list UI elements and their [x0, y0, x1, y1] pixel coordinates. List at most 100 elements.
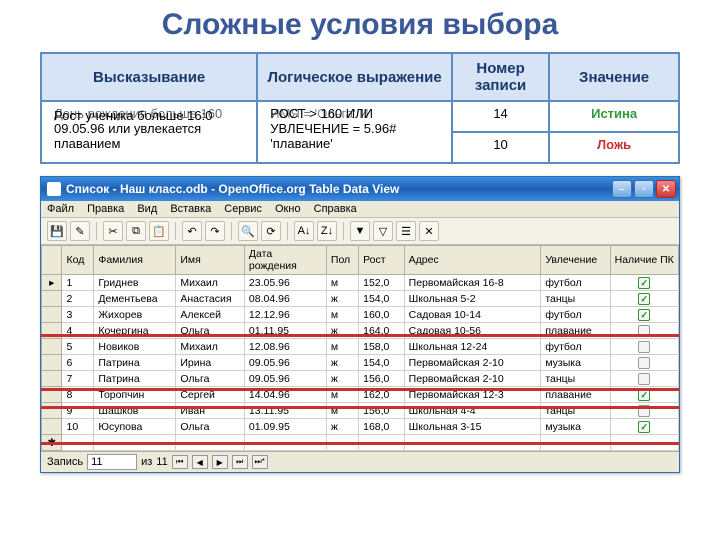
cell[interactable]: 156,0 [359, 403, 405, 419]
cell[interactable]: ж [326, 291, 358, 307]
menu-file[interactable]: Файл [47, 203, 74, 215]
cell[interactable]: 08.04.96 [244, 291, 326, 307]
table-row[interactable]: 7ПатринаОльга09.05.96ж156,0Первомайская … [42, 371, 679, 387]
cell[interactable]: 23.05.96 [244, 275, 326, 291]
table-row[interactable]: 10ЮсуповаОльга01.09.95ж168,0Школьная 3-1… [42, 419, 679, 435]
menu-insert[interactable]: Вставка [170, 203, 211, 215]
col-header[interactable]: Пол [326, 246, 358, 275]
col-header[interactable]: Адрес [404, 246, 541, 275]
col-header[interactable]: Код [62, 246, 94, 275]
pc-checkbox[interactable]: ✓ [610, 339, 678, 355]
menu-edit[interactable]: Правка [87, 203, 124, 215]
row-marker[interactable] [42, 403, 62, 419]
cell[interactable]: 10 [62, 419, 94, 435]
col-header[interactable]: Имя [176, 246, 245, 275]
cell[interactable]: футбол [541, 275, 610, 291]
cell[interactable]: Ольга [176, 371, 245, 387]
menu-help[interactable]: Справка [314, 203, 357, 215]
table-row[interactable]: 3ЖихоревАлексей12.12.96м160,0Садовая 10-… [42, 307, 679, 323]
cell[interactable]: Первомайская 16-8 [404, 275, 541, 291]
cell[interactable]: Ольга [176, 419, 245, 435]
row-marker[interactable] [42, 419, 62, 435]
cell[interactable]: Михаил [176, 275, 245, 291]
cell[interactable]: футбол [541, 307, 610, 323]
nav-new-icon[interactable]: ⏭* [252, 455, 268, 469]
cell[interactable]: 13.11.95 [244, 403, 326, 419]
pc-checkbox[interactable]: ✓ [610, 403, 678, 419]
cell[interactable]: Жихорев [94, 307, 176, 323]
cell[interactable]: 7 [62, 371, 94, 387]
edit-icon[interactable]: ✎ [70, 221, 90, 241]
cell[interactable]: Анастасия [176, 291, 245, 307]
maximize-button[interactable]: ▫ [634, 180, 654, 198]
filter-form-icon[interactable]: ☰ [396, 221, 416, 241]
cell[interactable]: 6 [62, 355, 94, 371]
undo-icon[interactable]: ↶ [182, 221, 202, 241]
row-marker[interactable] [42, 371, 62, 387]
cell[interactable]: Школьная 5-2 [404, 291, 541, 307]
cell[interactable]: ж [326, 355, 358, 371]
pc-checkbox[interactable]: ✓ [610, 371, 678, 387]
cell[interactable]: 3 [62, 307, 94, 323]
nav-first-icon[interactable]: ⏮ [172, 455, 188, 469]
cell[interactable]: 2 [62, 291, 94, 307]
col-header[interactable]: Фамилия [94, 246, 176, 275]
cell[interactable]: 152,0 [359, 275, 405, 291]
pc-checkbox[interactable]: ✓ [610, 355, 678, 371]
cell[interactable]: 01.09.95 [244, 419, 326, 435]
table-row[interactable]: ▸1ГридневМихаил23.05.96м152,0Первомайска… [42, 275, 679, 291]
cell[interactable]: Дементьева [94, 291, 176, 307]
cell[interactable]: Садовая 10-14 [404, 307, 541, 323]
paste-icon[interactable]: 📋 [149, 221, 169, 241]
cell[interactable]: 12.12.96 [244, 307, 326, 323]
cell[interactable]: 09.05.96 [244, 371, 326, 387]
cell[interactable]: Юсупова [94, 419, 176, 435]
row-marker[interactable]: ▸ [42, 275, 62, 291]
cell[interactable]: м [326, 403, 358, 419]
cell[interactable]: танцы [541, 403, 610, 419]
cell[interactable]: футбол [541, 339, 610, 355]
cell[interactable]: 160,0 [359, 307, 405, 323]
cell[interactable]: Алексей [176, 307, 245, 323]
cell[interactable]: 154,0 [359, 291, 405, 307]
cell[interactable]: Школьная 4-4 [404, 403, 541, 419]
menu-tools[interactable]: Сервис [224, 203, 262, 215]
cell[interactable]: Первомайская 2-10 [404, 371, 541, 387]
cell[interactable]: Гриднев [94, 275, 176, 291]
row-marker[interactable] [42, 307, 62, 323]
table-row[interactable]: 5НовиковМихаил12.08.96м158,0Школьная 12-… [42, 339, 679, 355]
table-row[interactable]: 9ШашковИван13.11.95м156,0Школьная 4-4тан… [42, 403, 679, 419]
menu-view[interactable]: Вид [137, 203, 157, 215]
cell[interactable]: Патрина [94, 355, 176, 371]
nav-last-icon[interactable]: ⏭ [232, 455, 248, 469]
redo-icon[interactable]: ↷ [205, 221, 225, 241]
cell[interactable]: 5 [62, 339, 94, 355]
cell[interactable]: музыка [541, 355, 610, 371]
filter-icon[interactable]: ▼ [350, 221, 370, 241]
cell[interactable]: ж [326, 371, 358, 387]
cell[interactable]: м [326, 275, 358, 291]
row-marker[interactable] [42, 355, 62, 371]
cell[interactable]: 156,0 [359, 371, 405, 387]
cell[interactable]: Михаил [176, 339, 245, 355]
close-button[interactable]: ✕ [656, 180, 676, 198]
refresh-icon[interactable]: ⟳ [261, 221, 281, 241]
col-header[interactable]: Наличие ПК [610, 246, 678, 275]
cell[interactable]: ж [326, 419, 358, 435]
pc-checkbox[interactable]: ✓ [610, 291, 678, 307]
cell[interactable]: 158,0 [359, 339, 405, 355]
find-icon[interactable]: 🔍 [238, 221, 258, 241]
table-row[interactable]: 6ПатринаИрина09.05.96ж154,0Первомайская … [42, 355, 679, 371]
cell[interactable]: Первомайская 2-10 [404, 355, 541, 371]
sort-desc-icon[interactable]: Z↓ [317, 221, 337, 241]
cell[interactable]: танцы [541, 291, 610, 307]
nav-current[interactable] [87, 454, 137, 470]
data-grid[interactable]: КодФамилияИмяДата рожденияПолРостАдресУв… [41, 245, 679, 451]
cell[interactable]: 09.05.96 [244, 355, 326, 371]
col-header[interactable]: Дата рождения [244, 246, 326, 275]
cell[interactable]: 12.08.96 [244, 339, 326, 355]
save-icon[interactable]: 💾 [47, 221, 67, 241]
cut-icon[interactable]: ✂ [103, 221, 123, 241]
cell[interactable]: Иван [176, 403, 245, 419]
col-header[interactable]: Увлечение [541, 246, 610, 275]
